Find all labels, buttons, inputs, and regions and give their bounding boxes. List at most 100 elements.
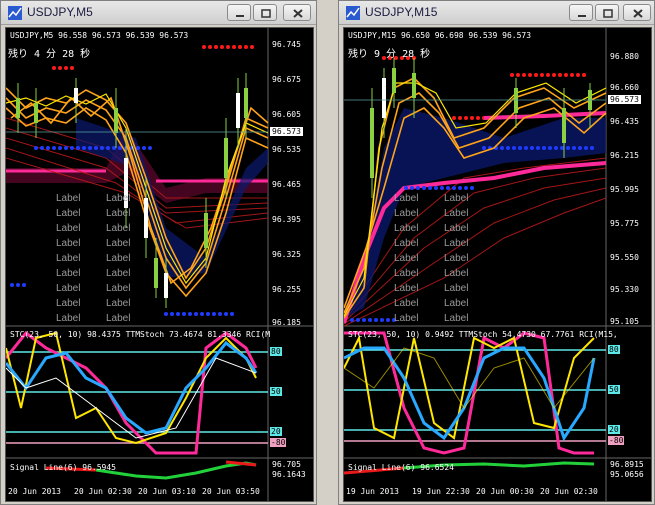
- time-tick: 20 Jun 03:10: [138, 487, 196, 496]
- price-tick: 96.325: [272, 250, 301, 259]
- osc-level-20: 20: [270, 427, 282, 436]
- time-tick: 19 Jun 22:30: [412, 487, 470, 496]
- label-text: Label: [444, 193, 469, 204]
- minimize-icon: [236, 15, 244, 17]
- price-tick: 96.435: [610, 117, 639, 126]
- label-text: Label: [444, 253, 469, 264]
- title-bar[interactable]: USDJPY,M15: [339, 1, 654, 25]
- price-tick: 96.215: [610, 151, 639, 160]
- minimize-button[interactable]: [569, 4, 593, 21]
- chart-canvas: [6, 28, 313, 501]
- price-tick: 96.255: [272, 285, 301, 294]
- osc-level-50: 50: [608, 385, 620, 394]
- chart-app-icon: [346, 6, 360, 20]
- title-bar[interactable]: USDJPY,M5: [1, 1, 316, 25]
- osc-level-80: 80: [270, 347, 282, 356]
- price-tick: 95.995: [610, 185, 639, 194]
- restore-button[interactable]: [595, 4, 619, 21]
- chart-header: USDJPY,M15 96.650 96.698 96.539 96.573: [348, 31, 532, 40]
- price-tick: 96.395: [272, 215, 301, 224]
- signal-scale-high: 96.705: [272, 460, 301, 469]
- label-text: Label: [106, 223, 131, 234]
- time-tick: 20 Jun 2013: [8, 487, 61, 496]
- signal-scale-low: 96.1643: [272, 470, 306, 479]
- label-text: Label: [106, 298, 131, 309]
- signal-scale-high: 96.8915: [610, 460, 644, 469]
- close-button[interactable]: [623, 4, 651, 21]
- window-gap: [319, 0, 337, 505]
- window-title: USDJPY,M15: [365, 5, 438, 19]
- price-tick: 96.880: [610, 52, 639, 61]
- label-text: Label: [106, 313, 131, 324]
- remaining-time: 残り 4 分 28 秒: [8, 49, 91, 60]
- price-tick: 96.185: [272, 318, 301, 327]
- price-tick: 96.675: [272, 75, 301, 84]
- label-text: Label: [444, 283, 469, 294]
- label-text: Label: [394, 208, 419, 219]
- label-text: Label: [394, 313, 419, 324]
- time-tick: 20 Jun 03:50: [202, 487, 260, 496]
- chart-app-icon: [8, 6, 22, 20]
- label-text: Label: [394, 238, 419, 249]
- label-text: Label: [106, 283, 131, 294]
- time-tick: 20 Jun 00:30: [476, 487, 534, 496]
- label-text: Label: [56, 223, 81, 234]
- chart-canvas: [344, 28, 651, 501]
- osc-level-50: 50: [270, 387, 282, 396]
- label-text: Label: [444, 238, 469, 249]
- minimize-button[interactable]: [227, 4, 251, 21]
- label-text: Label: [394, 253, 419, 264]
- current-price-box: 96.573: [270, 127, 303, 136]
- price-tick: 96.745: [272, 40, 301, 49]
- minimize-icon: [578, 15, 586, 17]
- label-text: Label: [444, 313, 469, 324]
- signal-header: Signal Line(6) 96.5945: [10, 463, 116, 472]
- restore-icon: [603, 9, 613, 18]
- osc-level-80: 80: [608, 345, 620, 354]
- label-text: Label: [106, 238, 131, 249]
- label-text: Label: [56, 238, 81, 249]
- close-button[interactable]: [283, 4, 311, 21]
- chart-window-usdjpy-m5[interactable]: USDJPY,M5 USDJPY,M5 96.558 96.573 96.539…: [0, 0, 317, 505]
- time-tick: 20 Jun 02:30: [540, 487, 598, 496]
- window-title: USDJPY,M5: [27, 5, 93, 19]
- price-tick: 95.775: [610, 219, 639, 228]
- label-text: Label: [56, 283, 81, 294]
- chart-header: USDJPY,M5 96.558 96.573 96.539 96.573: [10, 31, 189, 40]
- current-price-box: 96.573: [608, 95, 641, 104]
- close-icon: [633, 9, 643, 18]
- price-tick: 95.105: [610, 317, 639, 326]
- label-text: Label: [394, 193, 419, 204]
- chart-window-usdjpy-m15[interactable]: USDJPY,M15 USDJPY,M15 96.650 96.698 96.5…: [338, 0, 655, 505]
- time-tick: 19 Jun 2013: [346, 487, 399, 496]
- label-text: Label: [56, 208, 81, 219]
- label-text: Label: [106, 193, 131, 204]
- price-tick: 96.465: [272, 180, 301, 189]
- label-text: Label: [394, 223, 419, 234]
- label-text: Label: [56, 298, 81, 309]
- price-tick: 95.550: [610, 253, 639, 262]
- price-tick: 95.330: [610, 285, 639, 294]
- osc-level-minus80: -80: [270, 438, 287, 447]
- osc-level-20: 20: [608, 425, 620, 434]
- label-text: Label: [56, 193, 81, 204]
- label-text: Label: [444, 223, 469, 234]
- price-chart[interactable]: USDJPY,M15 96.650 96.698 96.539 96.573 残…: [343, 27, 652, 502]
- indicator-header: STC(23, 50, 10) 0.9492 TTMStoch 54.4730 …: [348, 330, 618, 339]
- close-icon: [293, 9, 303, 18]
- label-text: Label: [56, 253, 81, 264]
- price-tick: 96.605: [272, 110, 301, 119]
- label-text: Label: [106, 253, 131, 264]
- remaining-time: 残り 9 分 28 秒: [348, 49, 431, 60]
- restore-icon: [261, 9, 271, 18]
- label-text: Label: [444, 298, 469, 309]
- price-tick: 96.535: [272, 145, 301, 154]
- label-text: Label: [106, 208, 131, 219]
- price-chart[interactable]: USDJPY,M5 96.558 96.573 96.539 96.573 ST…: [5, 27, 314, 502]
- label-text: Label: [444, 268, 469, 279]
- label-text: Label: [106, 268, 131, 279]
- label-text: Label: [394, 268, 419, 279]
- label-text: Label: [56, 313, 81, 324]
- price-tick: 96.660: [610, 83, 639, 92]
- restore-button[interactable]: [253, 4, 277, 21]
